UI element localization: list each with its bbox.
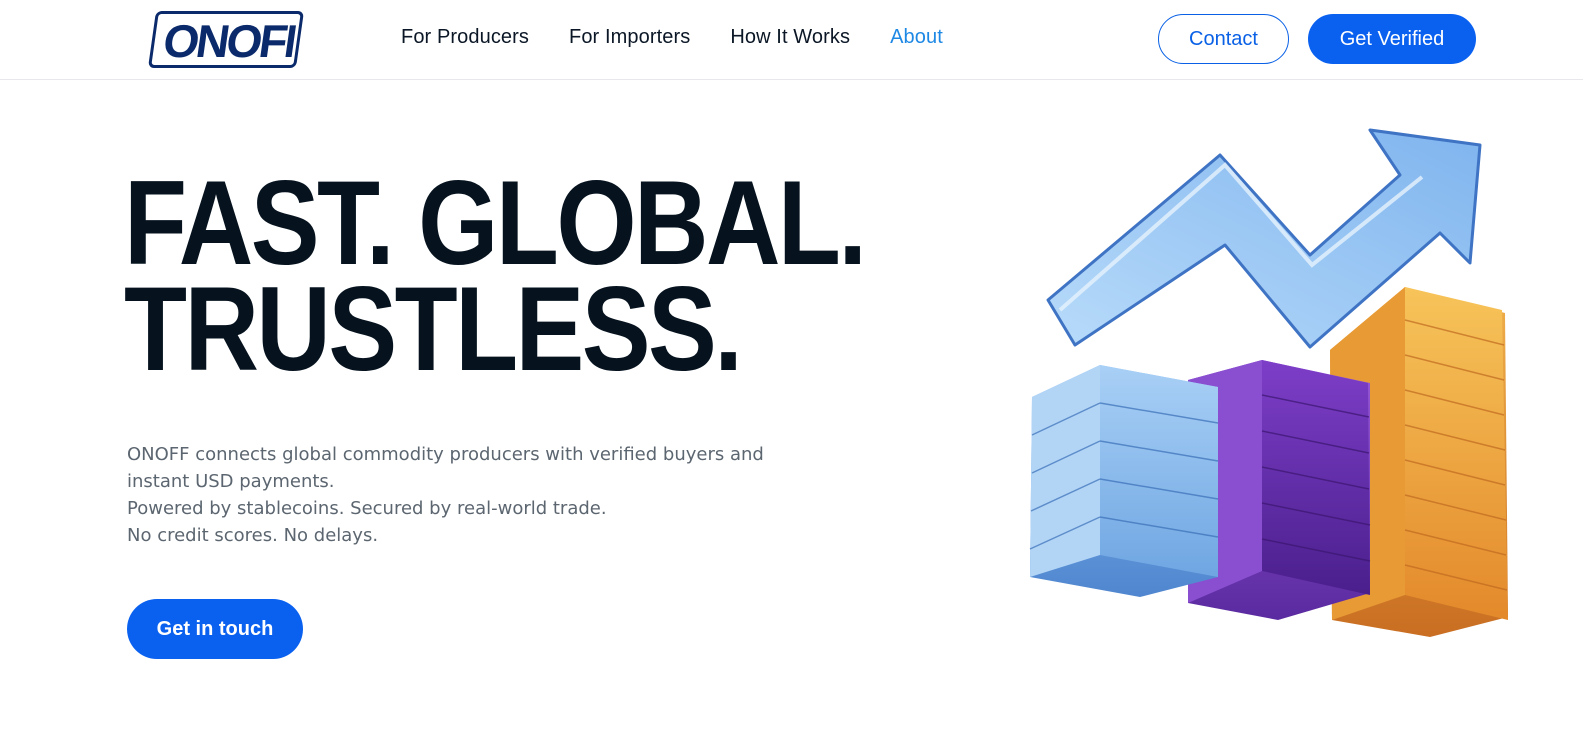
- hero-desc-line-3: Powered by stablecoins. Secured by real-…: [127, 498, 607, 519]
- hero-desc-line-4: No credit scores. No delays.: [127, 525, 379, 546]
- hero-desc-line-2: instant USD payments.: [127, 471, 335, 492]
- growth-chart-illustration: [1029, 128, 1508, 637]
- blue-bar: [1029, 365, 1219, 597]
- hero-headline: FAST. GLOBAL. TRUSTLESS.: [124, 156, 867, 396]
- svg-text:ONOFF: ONOFF: [160, 17, 297, 63]
- main-nav: For Producers For Importers How It Works…: [401, 0, 943, 74]
- get-verified-button[interactable]: Get Verified: [1308, 14, 1476, 64]
- logo-wordmark: ONOFF: [160, 17, 297, 63]
- site-header: ONOFF For Producers For Importers How It…: [0, 0, 1583, 80]
- hero-headline-line-1: FAST. GLOBAL.: [124, 156, 867, 290]
- nav-for-importers[interactable]: For Importers: [569, 26, 690, 49]
- onoff-logo[interactable]: ONOFF: [147, 11, 305, 68]
- hero-headline-line-2: TRUSTLESS.: [124, 262, 743, 396]
- hero-desc-line-1: ONOFF connects global commodity producer…: [127, 444, 764, 465]
- contact-button[interactable]: Contact: [1158, 14, 1289, 64]
- get-in-touch-button[interactable]: Get in touch: [127, 599, 303, 659]
- nav-about[interactable]: About: [890, 26, 943, 49]
- nav-for-producers[interactable]: For Producers: [401, 26, 529, 49]
- nav-how-it-works[interactable]: How It Works: [730, 26, 850, 49]
- hero-description: ONOFF connects global commodity producer…: [127, 441, 827, 549]
